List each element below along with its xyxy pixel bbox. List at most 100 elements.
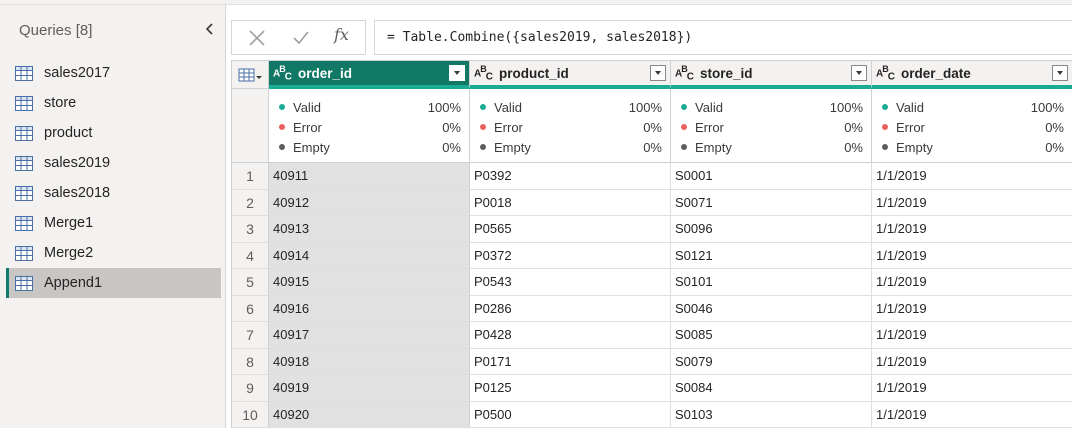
table-cell[interactable]: 40917	[269, 322, 470, 349]
column-header-product-id[interactable]: ABC product_id	[470, 61, 671, 89]
table-cell[interactable]: 1/1/2019	[872, 190, 1072, 216]
fx-icon[interactable]: fx	[334, 25, 356, 47]
table-cell[interactable]: P0286	[470, 295, 671, 322]
table-cell[interactable]: 1/1/2019	[872, 216, 1072, 243]
row-number[interactable]: 3	[232, 216, 269, 243]
chevron-left-icon[interactable]	[201, 19, 219, 39]
table-cell[interactable]: P0565	[470, 216, 671, 243]
query-label: Merge1	[44, 215, 94, 231]
column-name: order_id	[297, 65, 352, 81]
query-item-sales2018[interactable]: sales2018	[6, 178, 221, 208]
column-header-store-id[interactable]: ABC store_id	[671, 61, 872, 89]
profile-row-valid: Valid 100%	[681, 97, 863, 117]
empty-dot-icon	[681, 144, 687, 150]
table-cell[interactable]: 1/1/2019	[872, 163, 1072, 190]
filter-dropdown-icon[interactable]	[650, 65, 666, 81]
column-name: order_date	[900, 65, 971, 81]
table-cell[interactable]: P0171	[470, 348, 671, 375]
query-item-store[interactable]: store	[6, 88, 221, 118]
table-cell[interactable]: 40915	[269, 269, 470, 296]
valid-dot-icon	[279, 104, 285, 110]
row-number[interactable]: 10	[232, 401, 269, 428]
row-number[interactable]: 1	[232, 163, 269, 190]
row-number[interactable]: 7	[232, 322, 269, 349]
table-cell[interactable]: 40914	[269, 242, 470, 269]
table-cell[interactable]: 40918	[269, 348, 470, 375]
row-number[interactable]: 4	[232, 242, 269, 269]
row-number[interactable]: 5	[232, 269, 269, 296]
table-cell[interactable]: S0084	[671, 375, 872, 402]
table-cell[interactable]: S0101	[671, 269, 872, 296]
query-label: sales2017	[44, 65, 111, 81]
close-icon[interactable]	[246, 27, 268, 49]
profile-label: Valid	[293, 99, 321, 115]
column-header-order-date[interactable]: ABC order_date	[872, 61, 1072, 89]
table-cell[interactable]: S0046	[671, 295, 872, 322]
table-cell[interactable]: 40913	[269, 216, 470, 243]
profile-label: Empty	[695, 139, 732, 155]
table-cell[interactable]: P0372	[470, 242, 671, 269]
table-icon	[15, 275, 33, 291]
profile-row-error: Error 0%	[279, 117, 461, 137]
profile-label: Valid	[494, 99, 522, 115]
table-cell[interactable]: 40916	[269, 295, 470, 322]
table-cell[interactable]: 1/1/2019	[872, 243, 1072, 269]
table-icon	[15, 245, 33, 261]
table-cell[interactable]: P0500	[470, 401, 671, 428]
profile-value: 100%	[829, 99, 863, 115]
valid-dot-icon	[681, 104, 687, 110]
query-item-merge1[interactable]: Merge1	[6, 208, 221, 238]
table-cell[interactable]: S0071	[671, 189, 872, 216]
filter-dropdown-icon[interactable]	[851, 65, 867, 81]
query-item-sales2017[interactable]: sales2017	[6, 58, 221, 88]
query-item-merge2[interactable]: Merge2	[6, 238, 221, 268]
table-cell[interactable]: 40919	[269, 375, 470, 402]
table-cell[interactable]: P0125	[470, 375, 671, 402]
table-cell[interactable]: S0085	[671, 322, 872, 349]
table-cell[interactable]: 40920	[269, 401, 470, 428]
table-cell[interactable]: S0001	[671, 163, 872, 190]
row-number[interactable]: 6	[232, 295, 269, 322]
column-quality-profile: Valid 100% Error 0% Empty 0%	[671, 89, 872, 163]
row-number[interactable]: 9	[232, 375, 269, 402]
query-label: sales2018	[44, 185, 111, 201]
table-cell[interactable]: 1/1/2019	[872, 375, 1072, 402]
table-cell[interactable]: S0103	[671, 401, 872, 428]
text-type-icon[interactable]: ABC	[474, 64, 493, 82]
table-cell[interactable]: 40912	[269, 189, 470, 216]
filter-dropdown-icon[interactable]	[449, 65, 465, 81]
filter-dropdown-icon[interactable]	[1052, 65, 1068, 81]
check-icon[interactable]	[290, 27, 312, 49]
profile-value: 0%	[844, 139, 863, 155]
profile-label: Valid	[695, 99, 723, 115]
profile-row-error: Error 0%	[480, 117, 662, 137]
error-dot-icon	[882, 124, 888, 130]
table-cell[interactable]: P0018	[470, 189, 671, 216]
row-number[interactable]: 8	[232, 348, 269, 375]
text-type-icon[interactable]: ABC	[876, 64, 895, 82]
table-cell[interactable]: S0121	[671, 242, 872, 269]
table-cell[interactable]: P0543	[470, 269, 671, 296]
table-cell[interactable]: 1/1/2019	[872, 269, 1072, 296]
table-cell[interactable]: 1/1/2019	[872, 349, 1072, 375]
query-item-product[interactable]: product	[6, 118, 221, 148]
formula-input[interactable]: = Table.Combine({sales2019, sales2018})	[374, 20, 1072, 55]
table-cell[interactable]: S0096	[671, 216, 872, 243]
table-menu-icon[interactable]	[232, 61, 269, 89]
query-item-sales2019[interactable]: sales2019	[6, 148, 221, 178]
table-cell[interactable]: S0079	[671, 348, 872, 375]
text-type-icon[interactable]: ABC	[675, 64, 694, 82]
profile-value: 100%	[1030, 99, 1064, 115]
column-header-order-id[interactable]: ABC order_id	[269, 61, 470, 89]
table-cell[interactable]: P0392	[470, 163, 671, 190]
table-cell[interactable]: 1/1/2019	[872, 296, 1072, 322]
table-cell[interactable]: P0428	[470, 322, 671, 349]
table-cell[interactable]: 1/1/2019	[872, 402, 1072, 428]
column-quality-profile: Valid 100% Error 0% Empty 0%	[269, 89, 470, 163]
query-item-append1[interactable]: Append1	[6, 268, 221, 298]
table-cell[interactable]: 40911	[269, 163, 470, 190]
empty-dot-icon	[279, 144, 285, 150]
text-type-icon[interactable]: ABC	[273, 64, 292, 82]
row-number[interactable]: 2	[232, 189, 269, 216]
table-cell[interactable]: 1/1/2019	[872, 322, 1072, 349]
